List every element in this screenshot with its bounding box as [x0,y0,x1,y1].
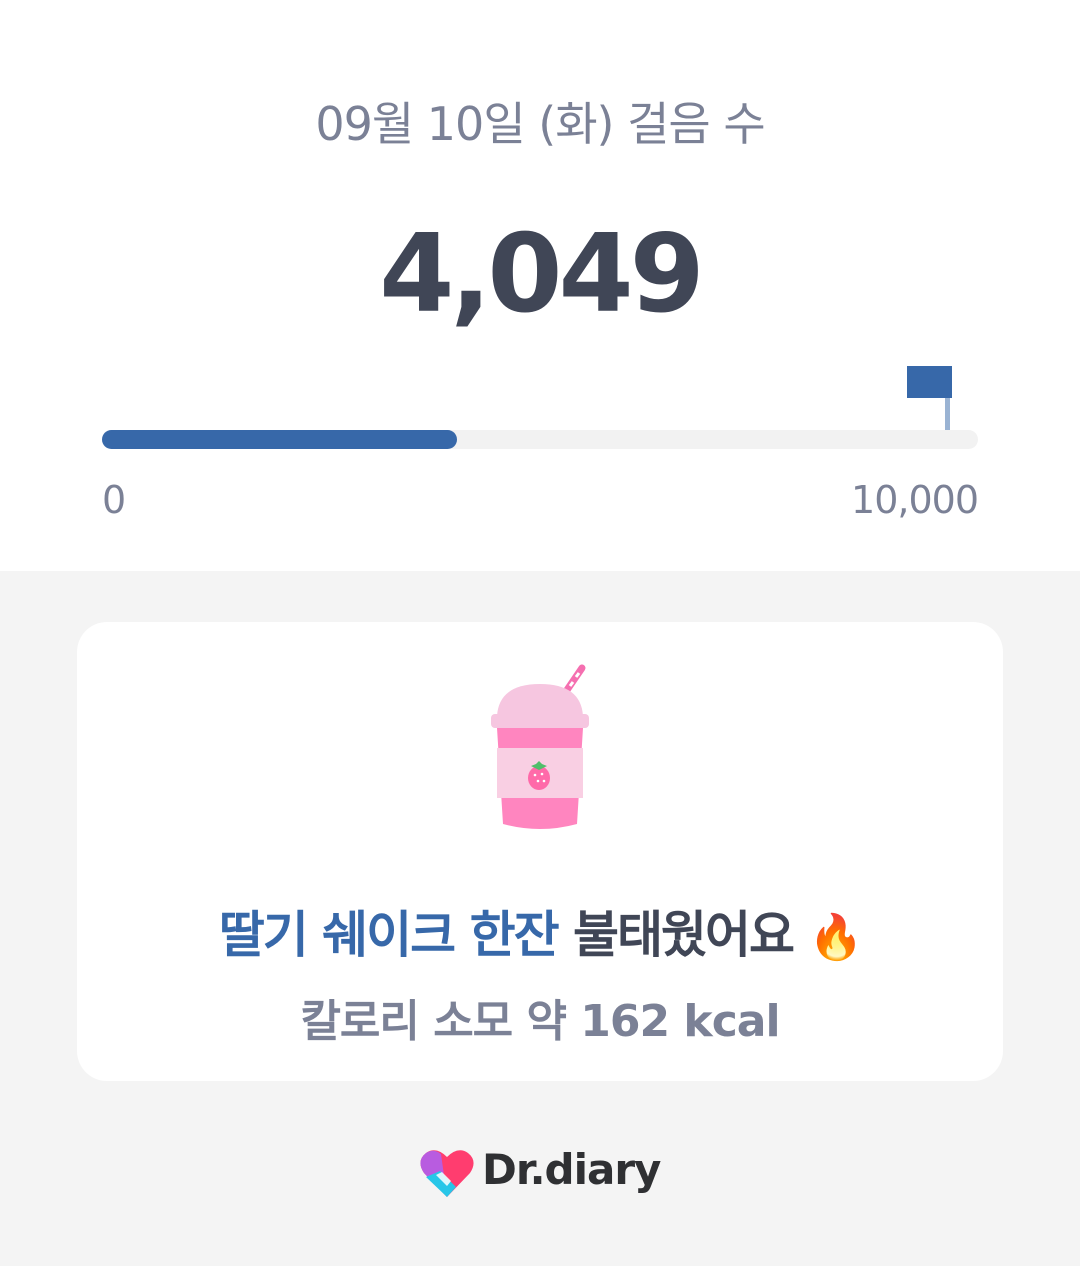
brand-name: Dr.diary [482,1145,661,1194]
calorie-burn-text: 칼로리 소모 약 162 kcal [300,996,780,1047]
progress-max-label: 10,000 [851,478,979,522]
goal-flag-icon [907,366,952,398]
step-summary-section: 09월 10일 (화) 걸음 수 4,049 0 10,000 [0,0,1080,571]
step-progress-track [102,430,978,449]
calorie-headline: 딸기 쉐이크 한잔 불태웠어요 🔥 [0,895,1080,967]
headline-verb: 불태웠어요 [573,906,795,964]
strawberry-shake-icon [491,664,589,829]
step-count: 4,049 [379,212,705,337]
fire-icon: 🔥 [808,912,863,963]
progress-min-label: 0 [102,478,127,522]
brand-logo: Dr.diary [418,1145,678,1205]
dr-diary-logo-icon [420,1150,474,1197]
step-progress-fill [102,430,457,449]
date-title: 09월 10일 (화) 걸음 수 [315,97,765,151]
food-equivalent-label: 딸기 쉐이크 한잔 [218,906,560,964]
